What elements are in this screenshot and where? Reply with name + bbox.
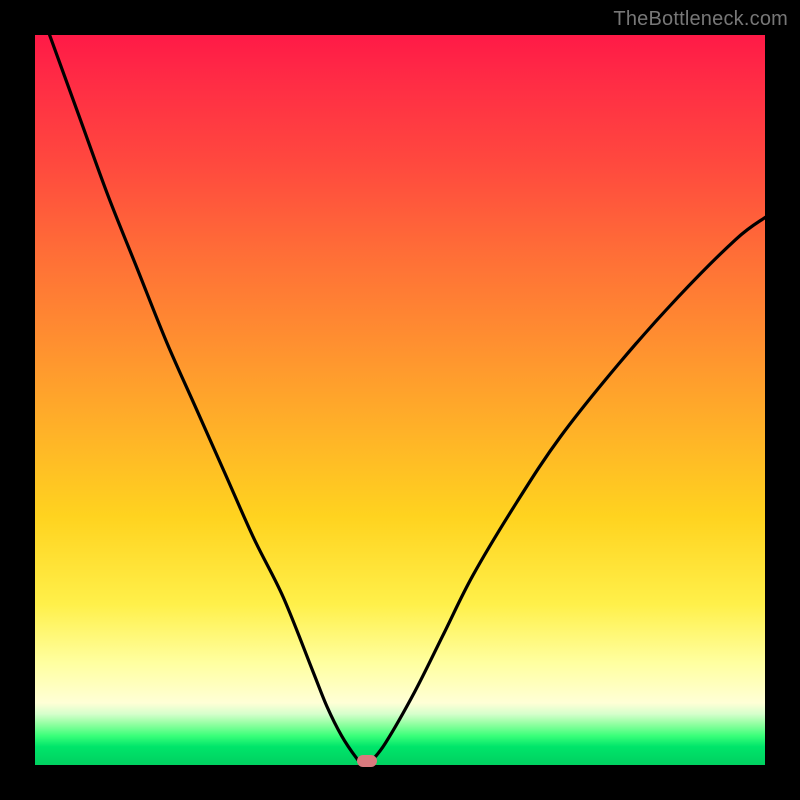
minimum-marker bbox=[357, 755, 377, 767]
plot-area bbox=[35, 35, 765, 765]
chart-frame: TheBottleneck.com bbox=[0, 0, 800, 800]
curve-line bbox=[50, 35, 765, 765]
watermark-text: TheBottleneck.com bbox=[613, 8, 788, 31]
bottleneck-curve bbox=[35, 35, 765, 765]
